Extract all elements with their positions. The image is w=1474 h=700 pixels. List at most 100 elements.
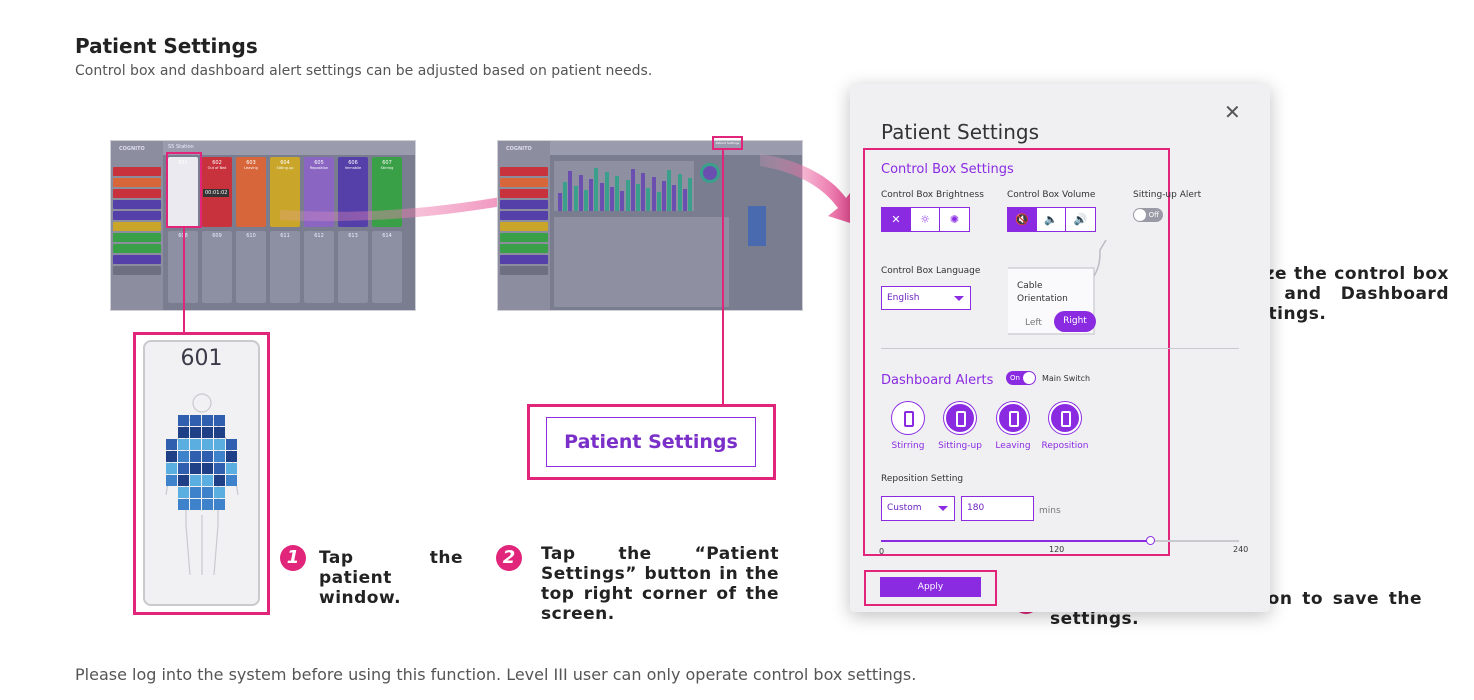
bed-card[interactable]: 611 <box>270 231 300 303</box>
mini-bar <box>589 179 594 211</box>
patient-view-brand: COGNITO <box>506 146 532 152</box>
sitting-up-alert-icon[interactable] <box>944 402 976 434</box>
step-1-text: Tap the patient window. <box>319 548 463 608</box>
footer-note: Please log into the system before using … <box>75 665 917 684</box>
bed-card[interactable]: 613 <box>338 231 368 303</box>
section-divider <box>881 348 1239 349</box>
notification-row <box>500 189 548 198</box>
page-title: Patient Settings <box>75 34 258 58</box>
toggle-knob <box>1134 209 1146 221</box>
pressure-cell <box>178 487 189 498</box>
slider-mid-label: 120 <box>1049 545 1065 554</box>
pressure-cell <box>178 451 189 462</box>
notification-row <box>113 222 161 231</box>
pressure-cell <box>202 475 213 486</box>
bed-card[interactable]: 609 <box>202 231 232 303</box>
bed-number: 610 <box>246 233 256 239</box>
mini-bar <box>599 183 604 211</box>
cable-orientation-label: Cable Orientation <box>1017 281 1068 304</box>
mini-bar <box>615 176 620 211</box>
notification-row <box>113 255 161 264</box>
volume-label: Control Box Volume <box>1007 190 1096 200</box>
volume-high-icon[interactable]: 🔊 <box>1066 208 1095 231</box>
mini-bar <box>656 192 661 211</box>
pressure-cell <box>202 415 213 426</box>
sitting-up-label: Sitting-up <box>938 441 982 451</box>
pressure-cell <box>190 427 201 438</box>
pressure-cell <box>178 415 189 426</box>
leaving-alert-icon[interactable] <box>997 402 1029 434</box>
pressure-cell <box>226 475 237 486</box>
pressure-cell <box>214 487 225 498</box>
reposition-alert-icon[interactable] <box>1049 402 1081 434</box>
pressure-cell <box>202 499 213 510</box>
brightness-high-icon[interactable]: ✺ <box>940 208 969 231</box>
reposition-slider-handle[interactable] <box>1145 536 1155 545</box>
thumb-patient-settings-button[interactable]: Patient Settings <box>714 138 741 148</box>
pressure-cell <box>166 463 177 474</box>
main-switch-toggle[interactable]: On <box>1006 371 1036 385</box>
main-switch-state: On <box>1010 374 1020 382</box>
reposition-slider-track[interactable] <box>881 536 1239 545</box>
volume-low-icon[interactable]: 🔈 <box>1037 208 1066 231</box>
dashboard-station: S5 Station <box>168 144 194 150</box>
bed-status: Out of Bed <box>207 166 227 170</box>
pressure-cell <box>178 499 189 510</box>
pressure-cell <box>226 439 237 450</box>
pressure-cell <box>190 463 201 474</box>
bed-card[interactable]: 614 <box>372 231 402 303</box>
pressure-cell <box>190 439 201 450</box>
close-icon[interactable]: ✕ <box>1224 100 1241 124</box>
language-label: Control Box Language <box>881 266 981 276</box>
dashboard-brand: COGNITO <box>119 146 145 152</box>
brightness-off-icon[interactable]: ✕ <box>882 208 911 231</box>
patient-settings-button[interactable]: Patient Settings <box>546 417 756 467</box>
stirring-label: Stirring <box>891 441 925 451</box>
patient-view-chart <box>554 161 694 211</box>
pressure-cell <box>190 451 201 462</box>
connector-line-2 <box>722 150 724 404</box>
pressure-cell <box>190 415 201 426</box>
pressure-cell <box>190 499 201 510</box>
notification-row <box>500 255 548 264</box>
stirring-alert-icon[interactable] <box>892 402 924 434</box>
step-1-number: 1 <box>280 545 306 571</box>
reposition-value-input[interactable]: 180 <box>961 496 1034 521</box>
notification-row <box>113 200 161 209</box>
sitting-alert-toggle[interactable]: Off <box>1133 208 1163 222</box>
volume-selector[interactable]: 🔇 🔈 🔊 <box>1007 207 1096 232</box>
dashboard-sidebar: COGNITO <box>111 141 163 310</box>
bed-number: 612 <box>314 233 324 239</box>
pressure-cell <box>202 451 213 462</box>
brightness-selector[interactable]: ✕ ☼ ✺ <box>881 207 970 232</box>
volume-mute-icon[interactable]: 🔇 <box>1008 208 1037 231</box>
patient-view-grid <box>554 217 729 307</box>
brightness-low-icon[interactable]: ☼ <box>911 208 940 231</box>
cable-left-option[interactable]: Left <box>1025 318 1042 328</box>
reposition-mode-select[interactable]: Custom <box>881 496 955 521</box>
language-select[interactable]: English <box>881 286 971 310</box>
cable-right-option[interactable]: Right <box>1054 311 1096 332</box>
notification-row <box>113 189 161 198</box>
reposition-value: 180 <box>967 503 985 513</box>
apply-button[interactable]: Apply <box>880 577 981 597</box>
bed-card[interactable]: 612 <box>304 231 334 303</box>
bed-number: 611 <box>280 233 290 239</box>
mini-bar <box>646 188 651 211</box>
mini-bar <box>604 172 609 211</box>
control-box-section-title: Control Box Settings <box>881 162 1014 177</box>
mini-bar <box>578 175 583 211</box>
bed-card[interactable]: 603 Leaving <box>236 157 266 227</box>
bed-number: 613 <box>348 233 358 239</box>
sitting-alert-state: Off <box>1148 211 1159 219</box>
mini-bar <box>641 173 646 211</box>
bed-card[interactable]: 610 <box>236 231 266 303</box>
notification-row <box>500 244 548 253</box>
notification-row <box>113 178 161 187</box>
notification-row <box>500 200 548 209</box>
mini-bar <box>625 180 630 211</box>
pressure-cell <box>214 415 225 426</box>
pressure-cell <box>190 475 201 486</box>
mini-bar <box>682 189 687 211</box>
patient-view-screenshot: COGNITO <box>497 140 803 311</box>
